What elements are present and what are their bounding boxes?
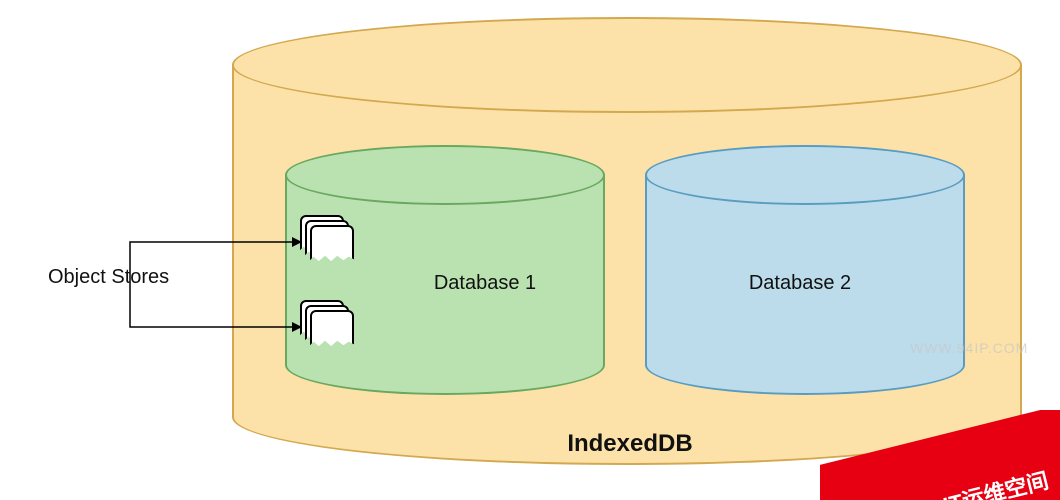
- object-store-stack-1: [300, 215, 356, 271]
- database-1-label: Database 1: [405, 272, 565, 295]
- database-2-label: Database 2: [720, 272, 880, 295]
- corner-badge: IT运维空间: [820, 410, 1060, 500]
- document-icon: [310, 225, 354, 269]
- object-store-stack-2: [300, 300, 356, 356]
- document-icon: [310, 310, 354, 354]
- indexeddb-label: IndexedDB: [530, 430, 730, 458]
- watermark-text: WWW.94IP.COM: [910, 340, 1028, 356]
- object-stores-label: Object Stores: [48, 266, 169, 289]
